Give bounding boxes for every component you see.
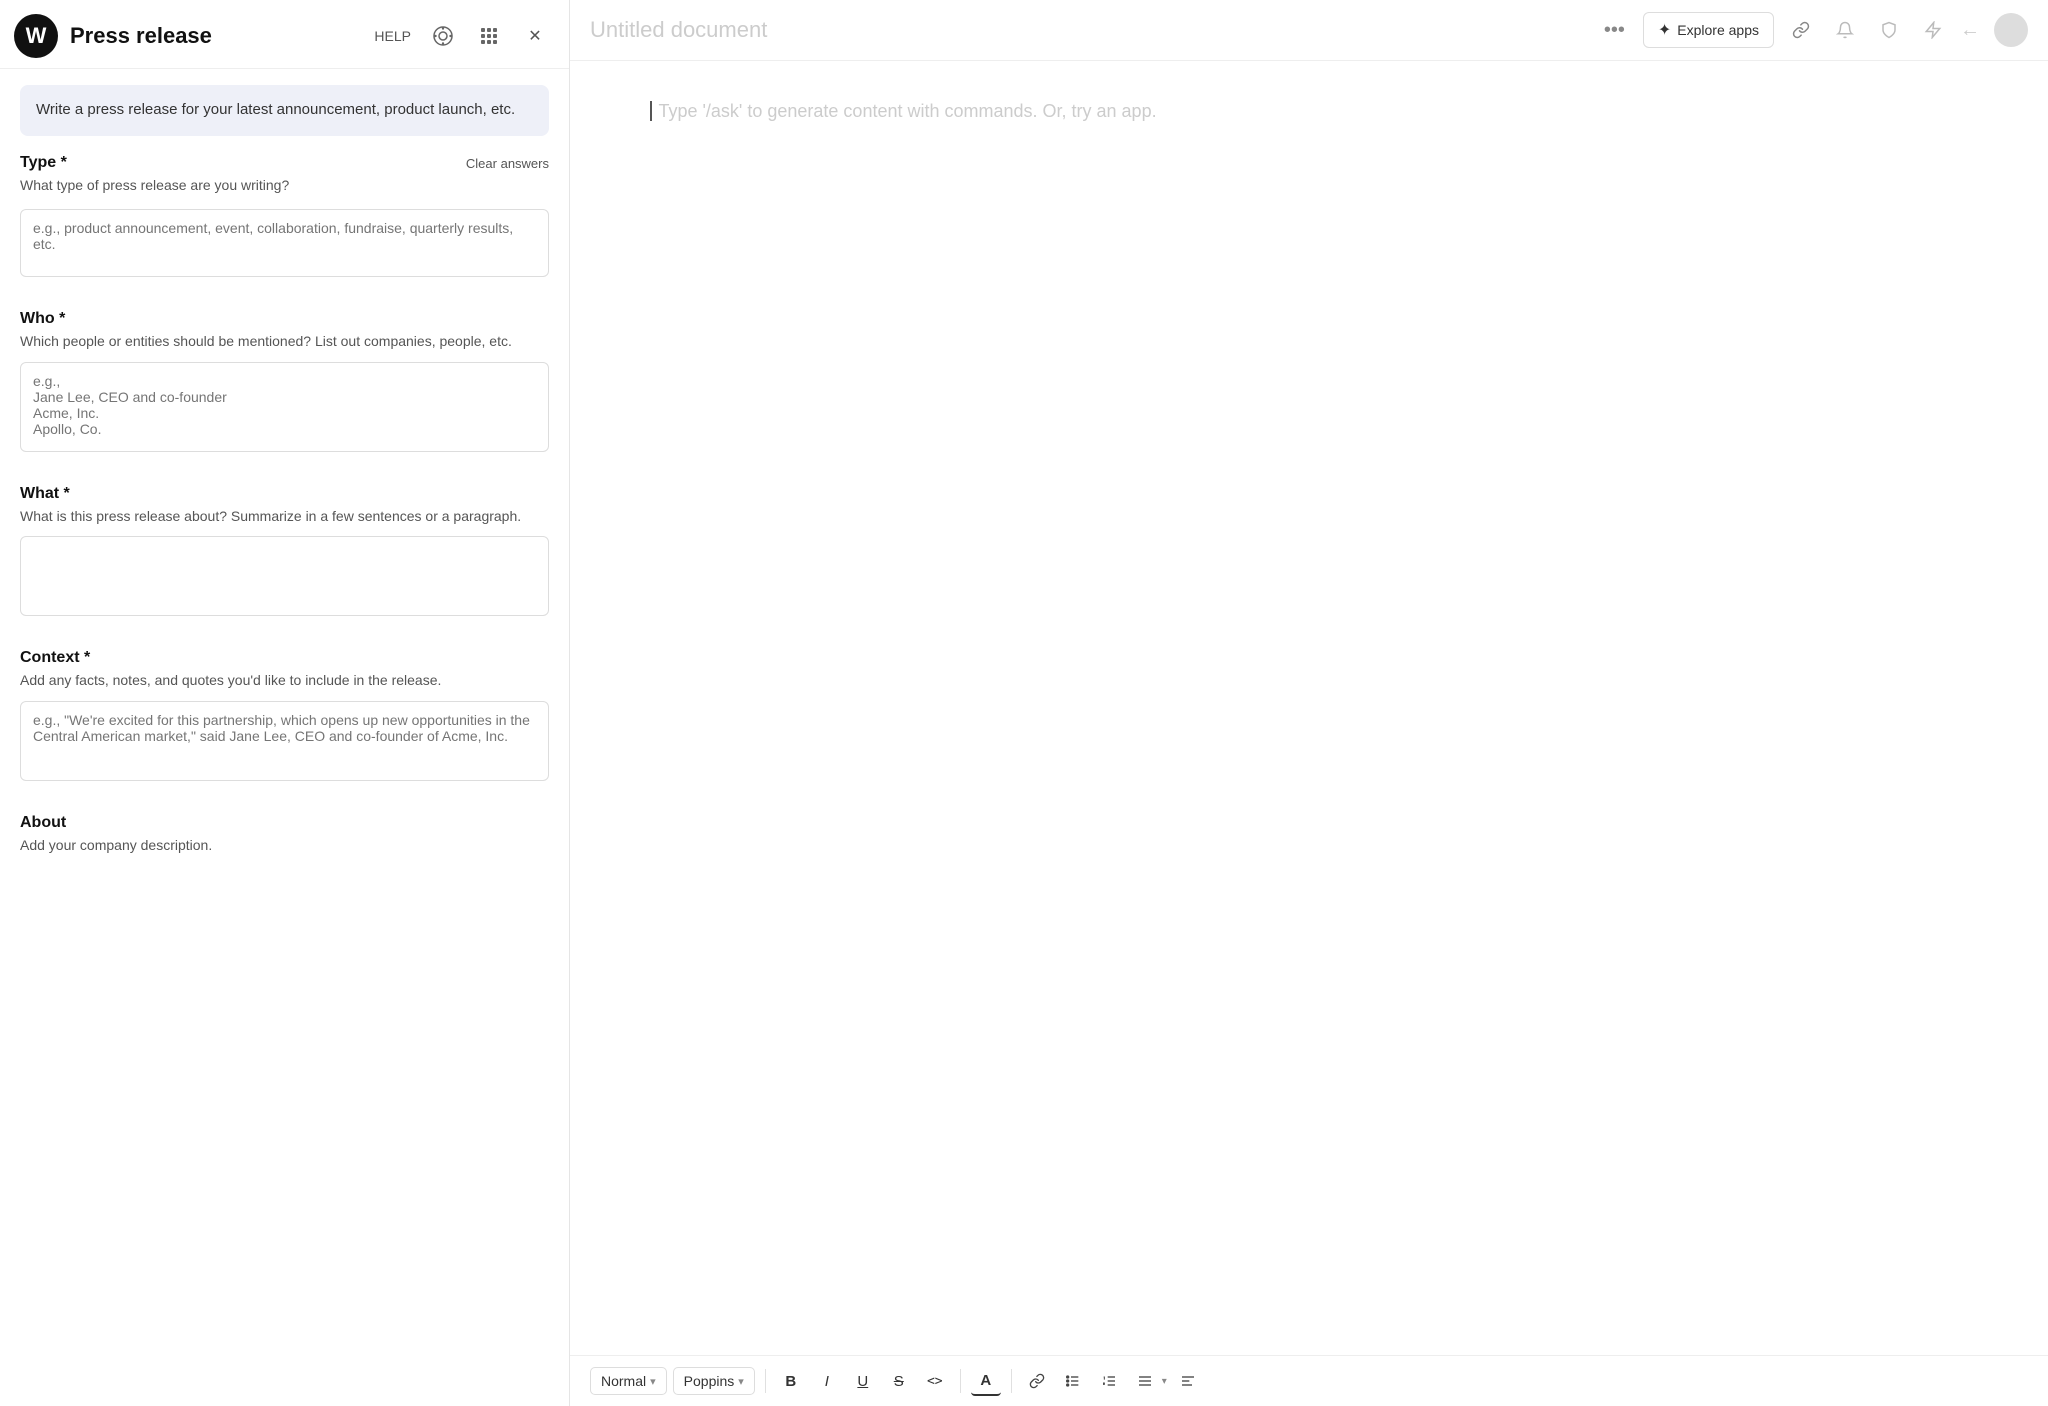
- app-logo[interactable]: W: [14, 14, 58, 58]
- explore-apps-button[interactable]: ✦ Explore apps: [1643, 12, 1774, 48]
- style-select[interactable]: Normal ▾: [590, 1367, 667, 1395]
- field-group-type: Type * What type of press release are yo…: [20, 154, 549, 283]
- font-chevron: ▾: [738, 1375, 744, 1388]
- bullet-list-button[interactable]: [1058, 1366, 1088, 1396]
- style-chevron: ▾: [650, 1375, 656, 1388]
- font-color-button[interactable]: A: [971, 1366, 1001, 1396]
- ordered-list-button[interactable]: [1094, 1366, 1124, 1396]
- help-circle-icon[interactable]: [429, 22, 457, 50]
- more-options-button[interactable]: •••: [1596, 15, 1633, 46]
- bold-button[interactable]: B: [776, 1366, 806, 1396]
- what-input[interactable]: [20, 536, 549, 616]
- right-header: Untitled document ••• ✦ Explore apps: [570, 0, 2048, 61]
- explore-apps-label: Explore apps: [1677, 22, 1759, 38]
- right-header-actions: ••• ✦ Explore apps: [1596, 12, 2028, 48]
- underline-button[interactable]: U: [848, 1366, 878, 1396]
- type-input[interactable]: [20, 209, 549, 277]
- shield-icon[interactable]: [1872, 13, 1906, 47]
- doc-content[interactable]: Type '/ask' to generate content with com…: [570, 61, 2048, 1355]
- more-format-button[interactable]: [1173, 1366, 1203, 1396]
- field-group-about: About Add your company description.: [20, 814, 549, 856]
- left-header: W Press release HELP: [0, 0, 569, 69]
- code-button[interactable]: <>: [920, 1366, 950, 1396]
- document-title[interactable]: Untitled document: [590, 17, 1596, 43]
- left-header-left: W Press release: [14, 14, 212, 58]
- description-box: Write a press release for your latest an…: [20, 85, 549, 136]
- lightning-icon[interactable]: [1916, 13, 1950, 47]
- who-input[interactable]: [20, 362, 549, 452]
- panel-title: Press release: [70, 23, 212, 49]
- cursor: [650, 101, 652, 121]
- help-text[interactable]: HELP: [374, 28, 411, 44]
- divider-3: [1011, 1369, 1012, 1393]
- link-icon[interactable]: [1784, 13, 1818, 47]
- context-input[interactable]: [20, 701, 549, 781]
- grid-icon[interactable]: [475, 22, 503, 50]
- left-header-right: HELP: [374, 22, 549, 50]
- field-group-who: Who * Which people or entities should be…: [20, 310, 549, 457]
- left-panel: W Press release HELP: [0, 0, 570, 1406]
- link-button[interactable]: [1022, 1366, 1052, 1396]
- placeholder-message: Type '/ask' to generate content with com…: [658, 101, 1156, 121]
- italic-button[interactable]: I: [812, 1366, 842, 1396]
- close-icon[interactable]: ✕: [521, 22, 549, 50]
- divider-2: [960, 1369, 961, 1393]
- divider-1: [765, 1369, 766, 1393]
- font-label: Poppins: [684, 1373, 735, 1389]
- bell-icon[interactable]: [1828, 13, 1862, 47]
- align-button[interactable]: [1130, 1366, 1160, 1396]
- left-content: Type * What type of press release are yo…: [0, 144, 569, 1406]
- style-label: Normal: [601, 1373, 646, 1389]
- strikethrough-button[interactable]: S: [884, 1366, 914, 1396]
- sparkle-icon: ✦: [1658, 20, 1671, 40]
- field-type-label: Type * What type of press release are yo…: [20, 154, 289, 206]
- avatar[interactable]: [1994, 13, 2028, 47]
- back-button[interactable]: ←: [1960, 19, 1980, 42]
- align-chevron: ▾: [1162, 1376, 1167, 1387]
- field-group-context: Context * Add any facts, notes, and quot…: [20, 649, 549, 786]
- doc-placeholder-text: Type '/ask' to generate content with com…: [650, 101, 1968, 122]
- field-group-what: What * What is this press release about?…: [20, 485, 549, 622]
- clear-answers-button[interactable]: Clear answers: [466, 156, 549, 171]
- field-type-header: Type * What type of press release are yo…: [20, 154, 549, 206]
- description-text: Write a press release for your latest an…: [36, 101, 515, 118]
- right-panel: Untitled document ••• ✦ Explore apps: [570, 0, 2048, 1406]
- font-select[interactable]: Poppins ▾: [673, 1367, 755, 1395]
- bottom-toolbar: Normal ▾ Poppins ▾ B I U S <> A: [570, 1355, 2048, 1406]
